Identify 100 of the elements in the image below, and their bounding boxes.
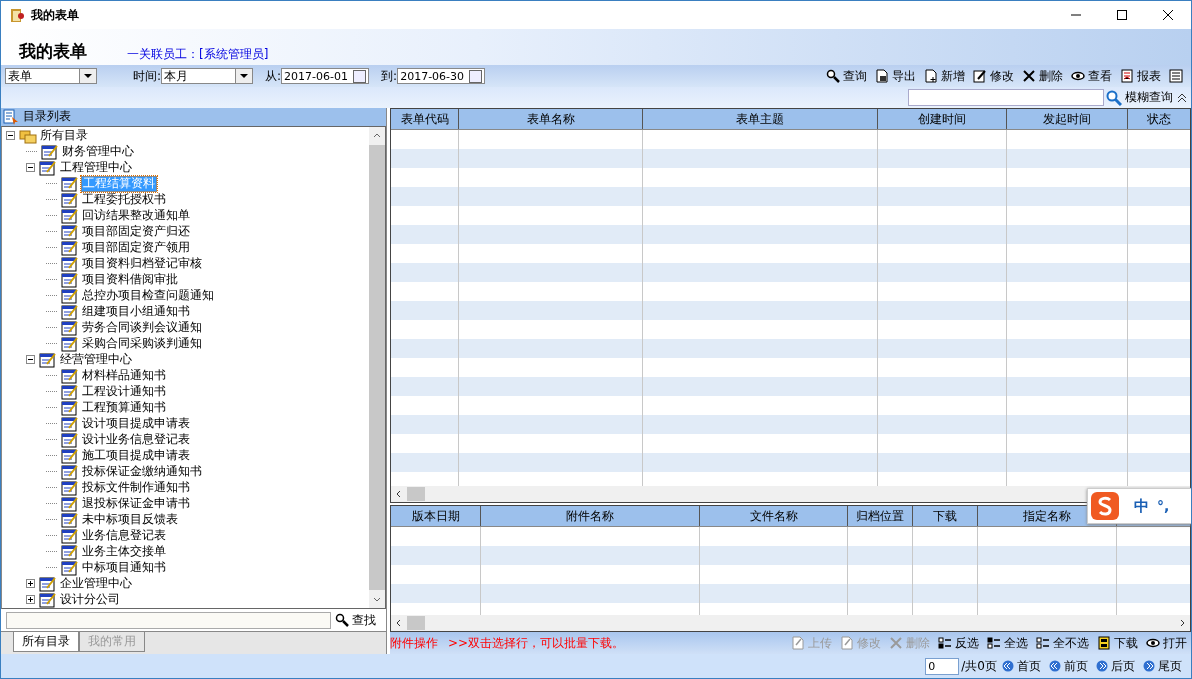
invert-button[interactable]: 反选: [934, 634, 983, 652]
scroll-thumb[interactable]: [407, 486, 425, 501]
page-button[interactable]: 前页: [1046, 657, 1091, 675]
view-button[interactable]: 查看: [1067, 67, 1116, 85]
search-icon: [826, 69, 840, 83]
report-icon: [1120, 69, 1134, 83]
ime-status-menu[interactable]: 中 °,: [1087, 488, 1191, 524]
tree-item[interactable]: 工程管理中心: [59, 159, 133, 177]
collapse-toggle[interactable]: [26, 595, 35, 605]
scrollbar[interactable]: [369, 126, 385, 609]
download-button[interactable]: 下载: [1093, 634, 1142, 652]
add-icon: [924, 69, 938, 83]
collapse-toggle[interactable]: [26, 355, 35, 365]
fuzzy-search-button[interactable]: 模糊查询: [1106, 89, 1177, 106]
page-title: 我的表单: [19, 40, 87, 63]
tree-item[interactable]: 经营管理中心: [59, 351, 133, 369]
tree-item[interactable]: 中标项目通知书: [81, 559, 167, 577]
none-button[interactable]: 全不选: [1032, 634, 1093, 652]
tree-item[interactable]: 项目资料归档登记审核: [81, 255, 203, 273]
time-select[interactable]: 本月: [161, 68, 254, 84]
search-button[interactable]: 查询: [822, 67, 871, 85]
form-icon: [61, 255, 79, 272]
tree-item[interactable]: 设计分公司: [59, 591, 121, 609]
type-select[interactable]: 表单: [5, 68, 97, 84]
form-icon: [61, 431, 79, 448]
tree-item[interactable]: 财务管理中心: [61, 143, 135, 161]
tree-item[interactable]: 材料样品通知书: [81, 367, 167, 385]
column-header[interactable]: 下载: [913, 505, 978, 526]
tree-item[interactable]: 组建项目小组通知书: [81, 303, 191, 321]
find-field[interactable]: [6, 611, 331, 629]
add-button[interactable]: 新增: [920, 67, 969, 85]
column-header[interactable]: 表单代码: [391, 109, 459, 129]
edit-button[interactable]: 修改: [969, 67, 1018, 85]
tree-item[interactable]: 业务主体交接单: [81, 543, 167, 561]
tree-item[interactable]: 工程委托授权书: [81, 191, 167, 209]
tree-item[interactable]: 所有目录: [39, 127, 89, 145]
open-button[interactable]: 打开: [1142, 634, 1191, 652]
tree-item[interactable]: 项目部固定资产领用: [81, 239, 191, 257]
column-header[interactable]: 文件名称: [700, 505, 848, 526]
tree-item[interactable]: 退投标保证金申请书: [81, 495, 191, 513]
tree-item[interactable]: 采购合同采购谈判通知: [81, 335, 203, 353]
form-icon: [61, 271, 79, 288]
column-header[interactable]: 创建时间: [878, 109, 1007, 129]
page-field[interactable]: 0: [925, 657, 960, 675]
column-header[interactable]: 表单主题: [643, 109, 878, 129]
tree-item[interactable]: 企业管理中心: [59, 575, 133, 593]
search-field[interactable]: [908, 89, 1104, 106]
tree-item[interactable]: 投标文件制作通知书: [81, 479, 191, 497]
form-icon: [61, 367, 79, 384]
export-button[interactable]: 导出: [871, 67, 920, 85]
all-button[interactable]: 全选: [983, 634, 1032, 652]
column-header[interactable]: 表单名称: [459, 109, 643, 129]
collapse-toggle[interactable]: [26, 163, 35, 173]
column-header[interactable]: 附件名称: [481, 505, 700, 526]
tree-item[interactable]: 劳务合同谈判会议通知: [81, 319, 203, 337]
scroll-up-icon[interactable]: [369, 126, 385, 145]
ime-punctuation[interactable]: °,: [1157, 498, 1170, 514]
form-icon: [61, 399, 79, 416]
tree-item[interactable]: 设计项目提成申请表: [81, 415, 191, 433]
tree-item[interactable]: 施工项目提成申请表: [81, 447, 191, 465]
list-icon: [3, 109, 19, 125]
form-icon: [61, 447, 79, 464]
tree-item[interactable]: 工程预算通知书: [81, 399, 167, 417]
collapse-toggle[interactable]: [6, 131, 15, 141]
scroll-thumb[interactable]: [407, 616, 425, 631]
collapse-toggle[interactable]: [26, 579, 35, 589]
tree-item[interactable]: 总控办项目检查问题通知: [81, 287, 215, 305]
collapse-icon[interactable]: [1177, 92, 1187, 103]
column-header[interactable]: 归档位置: [848, 505, 913, 526]
ime-mode[interactable]: 中: [1134, 496, 1149, 516]
tree-item[interactable]: 项目资料借阅审批: [81, 271, 179, 289]
find-button[interactable]: 查找: [331, 611, 380, 629]
tree-item[interactable]: 投标保证金缴纳通知书: [81, 463, 203, 481]
tree-item[interactable]: 设计业务信息登记表: [81, 431, 191, 449]
tree-item[interactable]: 业务信息登记表: [81, 527, 167, 545]
tree-item[interactable]: 工程设计通知书: [81, 383, 167, 401]
form-icon: [61, 335, 79, 352]
tree-item[interactable]: 未中标项目反馈表: [81, 511, 179, 529]
back-icon: [1002, 660, 1014, 672]
form-icon: [61, 223, 79, 240]
to-date-field[interactable]: 2017-06-30: [397, 68, 486, 84]
column-header[interactable]: 版本日期: [391, 505, 481, 526]
column-header[interactable]: 发起时间: [1007, 109, 1128, 129]
time-label: 时间:: [133, 67, 162, 85]
report-button[interactable]: 报表: [1116, 67, 1165, 85]
tree-item[interactable]: 项目部固定资产归还: [81, 223, 191, 241]
page-button[interactable]: 尾页: [1140, 657, 1185, 675]
export-icon: [875, 69, 889, 83]
tree-item[interactable]: 回访结果整改通知单: [81, 207, 191, 225]
tab[interactable]: 所有目录: [13, 632, 79, 653]
page-count: /共0页: [961, 657, 997, 675]
delete-button[interactable]: 删除: [1018, 67, 1067, 85]
form-icon: [61, 527, 79, 544]
column-header[interactable]: 状态: [1128, 109, 1190, 129]
from-date-field[interactable]: 2017-06-01: [281, 68, 370, 84]
download-icon: [1097, 636, 1111, 651]
page-button[interactable]: 后页: [1093, 657, 1138, 675]
form-icon: [39, 351, 57, 368]
scroll-down-icon[interactable]: [369, 590, 385, 609]
page-button[interactable]: 首页: [999, 657, 1044, 675]
